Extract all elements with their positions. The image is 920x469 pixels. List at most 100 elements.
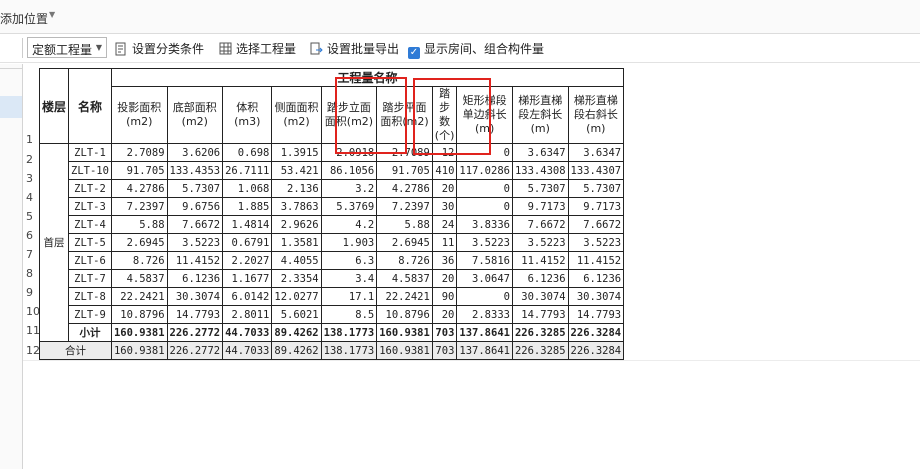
value-cell: 12.0277 [271,287,322,306]
value-cell: 3.5223 [456,233,513,252]
name-cell: ZLT-9 [68,305,112,324]
value-cell: 4.5837 [110,269,168,288]
toolbar-edge [0,38,23,58]
value-cell: 5.88 [376,215,433,234]
name-cell: ZLT-7 [68,269,112,288]
column-header[interactable]: 梯形直梯段左斜长(m) [511,86,569,144]
name-cell: ZLT-1 [68,143,112,162]
grid-line [23,360,920,361]
value-cell: 0 [456,179,513,198]
row-number: 4 [26,191,33,204]
column-header[interactable]: 投影面积(m2) [110,86,168,144]
value-cell: 8.5 [320,305,378,324]
show-rooms-label: 显示房间、组合构件量 [424,42,545,56]
subtotal-value-cell: 137.8641 [456,323,513,342]
subtotal-label: 小计 [68,323,112,342]
value-cell: 20 [431,269,458,288]
batch-export-label: 设置批量导出 [327,42,400,56]
value-cell: 91.705 [110,161,168,180]
total-value-cell: 89.4262 [271,341,322,360]
left-panel [0,64,23,469]
subtotal-value-cell: 160.9381 [376,323,433,342]
total-value-cell: 226.3284 [567,341,625,360]
chevron-down-icon: ▼ [95,43,102,52]
value-cell: 1.4814 [222,215,273,234]
export-icon [310,42,323,55]
table-row[interactable]: ZLT-7 4.5837 6.1236 1.1677 2.3354 3.4 4.5837 20… [40,269,625,288]
value-cell: 133.4353 [166,161,224,180]
column-header[interactable]: 底部面积(m2) [166,86,224,144]
top-bar: 添加位置 ▼ [0,0,920,34]
value-cell: 7.6672 [567,215,625,234]
table-row[interactable]: ZLT-8 22.2421 30.3074 6.0142 12.0277 17.1 22.2… [40,287,625,306]
value-cell: 3.4 [320,269,378,288]
value-cell: 5.7307 [166,179,224,198]
total-value-cell: 44.7033 [222,341,273,360]
table-row[interactable]: ZLT-4 5.88 7.6672 1.4814 2.9626 4.2 5.88 24 3.83… [40,215,625,234]
column-header[interactable]: 梯形直梯段右斜长(m) [567,86,625,144]
value-cell: 133.4307 [567,161,625,180]
set-classification-button[interactable]: 设置分类条件 [115,40,204,57]
row-number: 10 [26,305,40,318]
value-cell: 2.6945 [376,233,433,252]
value-cell: 5.7307 [567,179,625,198]
value-cell: 2.8333 [456,305,513,324]
value-cell: 3.7863 [271,197,322,216]
select-quantity-button[interactable]: 选择工程量 [219,40,296,57]
quota-select[interactable]: 定额工程量 ▼ [27,37,107,58]
table-row[interactable]: ZLT-5 2.6945 3.5223 0.6791 1.3581 1.903 2.6945… [40,233,625,252]
subtotal-value-cell: 226.3285 [511,323,569,342]
highlight-box-side-area [335,77,407,154]
grid-icon [219,42,232,55]
show-rooms-checkbox[interactable]: ✓ 显示房间、组合构件量 [408,40,544,59]
value-cell: 5.6021 [271,305,322,324]
value-cell: 22.2421 [110,287,168,306]
value-cell: 1.3915 [271,143,322,162]
value-cell: 3.8336 [456,215,513,234]
value-cell: 53.421 [271,161,322,180]
subtotal-value-cell: 138.1773 [320,323,378,342]
quota-select-value: 定额工程量 [32,43,93,57]
add-position-tab[interactable]: 添加位置 [0,10,48,27]
total-row[interactable]: 合计 160.9381 226.2772 44.7033 89.4262 138.1773… [39,341,625,360]
row-number: 5 [26,210,33,223]
subtotal-value-cell: 89.4262 [271,323,322,342]
name-cell: ZLT-4 [68,215,112,234]
value-cell: 0 [456,197,513,216]
value-cell: 1.3581 [271,233,322,252]
value-cell: 3.5223 [567,233,625,252]
row-number: 8 [26,267,33,280]
table-row[interactable]: ZLT-2 4.2786 5.7307 1.068 2.136 3.2 4.2786 20 0 5… [40,179,625,198]
value-cell: 410 [431,161,458,180]
value-cell: 10.8796 [110,305,168,324]
table-row[interactable]: 首层 ZLT-1 2.7089 3.6206 0.698 1.3915 2.0918 2.70… [38,143,625,342]
toolbar: 定额工程量 ▼ 设置分类条件 选择工程量 设置批量导出 ✓ 显示房间、组合构件量 [0,34,920,63]
total-value-cell: 137.8641 [456,341,513,360]
value-cell: 4.4055 [271,251,322,270]
subtotal-value-cell: 44.7033 [222,323,273,342]
table-row[interactable]: ZLT-10 91.705 133.4353 26.7111 53.421 86.1056… [40,161,625,180]
name-cell: ZLT-2 [68,179,112,198]
select-quantity-label: 选择工程量 [236,42,297,56]
total-value-cell: 160.9381 [376,341,433,360]
table-row[interactable]: ZLT-6 8.726 11.4152 2.2027 4.4055 6.3 8.726 36 7… [40,251,625,270]
total-label: 合计 [39,341,112,360]
chevron-down-icon[interactable]: ▼ [49,10,55,19]
column-header[interactable]: 侧面面积(m2) [271,86,322,144]
left-panel-selected-item[interactable] [0,96,22,118]
left-panel-divider [0,68,22,69]
value-cell: 2.6945 [110,233,168,252]
batch-export-button[interactable]: 设置批量导出 [310,40,399,57]
column-header[interactable]: 体积(m3) [222,86,273,144]
table-row[interactable]: ZLT-9 10.8796 14.7793 2.8011 5.6021 8.5 10.879… [40,305,625,324]
value-cell: 14.7793 [511,305,569,324]
table-row[interactable]: ZLT-3 7.2397 9.6756 1.885 3.7863 5.3769 7.2397… [40,197,625,216]
value-cell: 3.6347 [511,143,569,162]
subtotal-row[interactable]: 小计 160.9381 226.2772 44.7033 89.4262 138.1773… [40,323,625,342]
value-cell: 3.6347 [567,143,625,162]
value-cell: 3.5223 [511,233,569,252]
total-value-cell: 138.1773 [320,341,378,360]
row-number: 2 [26,153,33,166]
value-cell: 30.3074 [166,287,224,306]
value-cell: 7.2397 [110,197,168,216]
